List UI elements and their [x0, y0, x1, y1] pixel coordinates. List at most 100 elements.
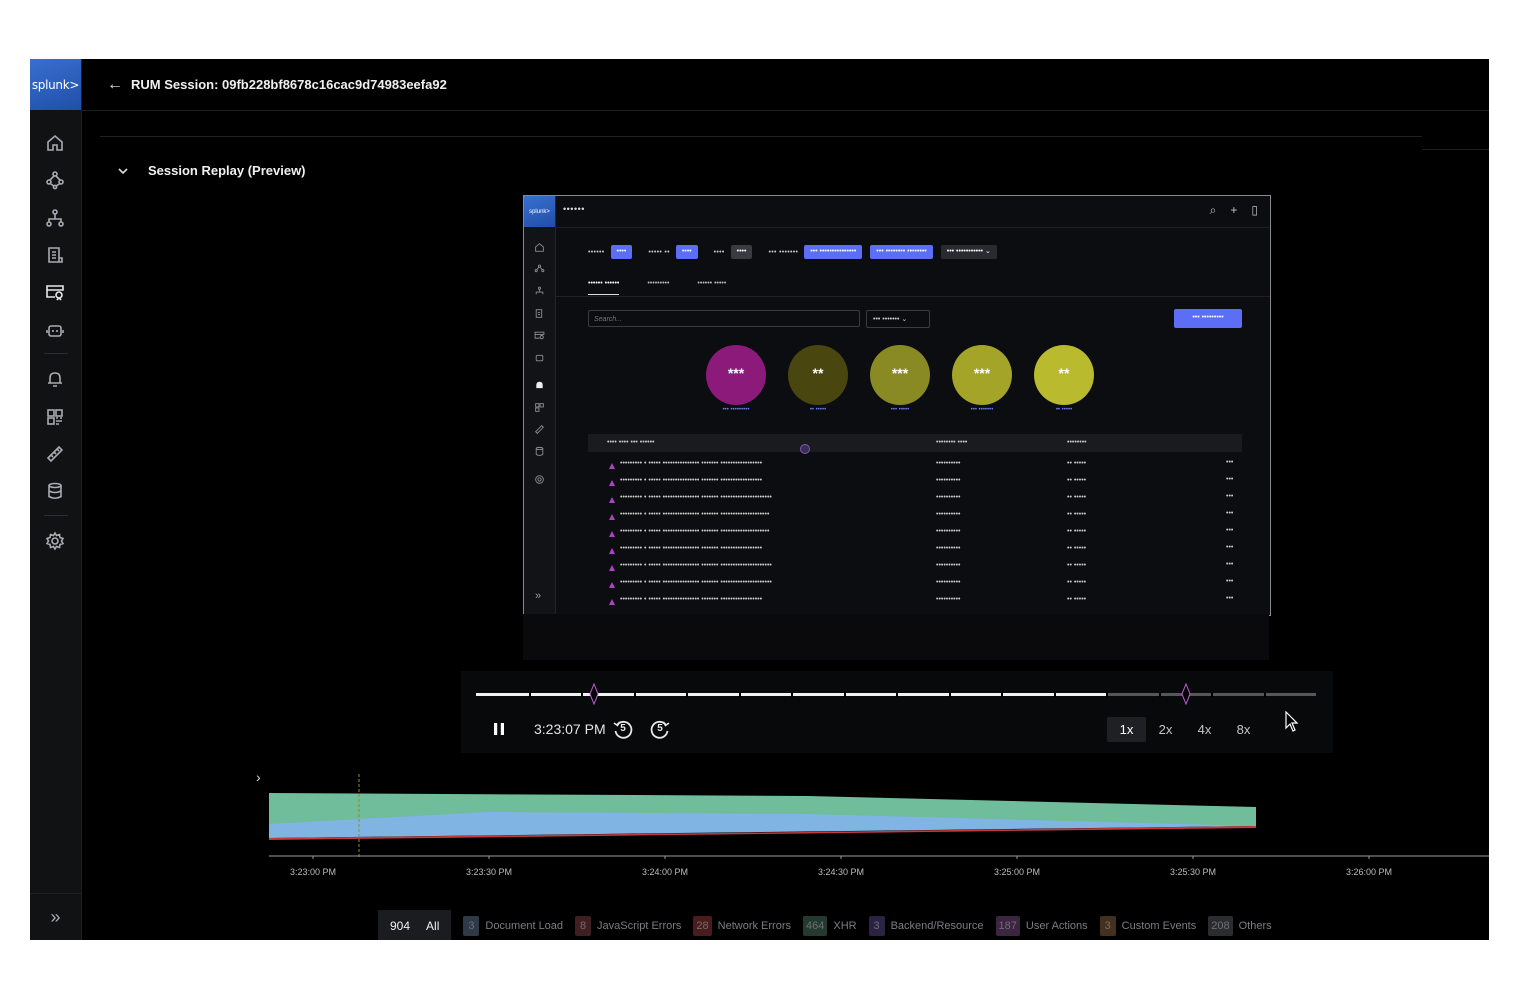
playback-time: 3:23:07 PM — [534, 721, 606, 737]
speed-2x-button[interactable]: 2x — [1146, 717, 1185, 742]
rum-app-window: splunk> » ← RUM Session: 09fb228bf8678c1… — [30, 59, 1489, 940]
speed-selector: 1x 2x 4x 8x — [1107, 717, 1263, 742]
speed-8x-button[interactable]: 8x — [1224, 717, 1263, 742]
nav-divider — [44, 515, 68, 516]
alert-triangle-icon — [609, 497, 615, 503]
speed-4x-button[interactable]: 4x — [1185, 717, 1224, 742]
ruler-icon[interactable] — [43, 442, 67, 466]
count-badge: 3 — [868, 916, 885, 936]
document-icon — [534, 306, 545, 318]
database-icon — [534, 444, 545, 456]
filter-backend-resource[interactable]: 3 Backend/Resource — [868, 916, 984, 936]
table-row: ••••••••• • ••••• ••••••••••••••• ••••••… — [588, 458, 1242, 475]
chevron-right-icon[interactable]: › — [256, 769, 261, 785]
skip-forward-button[interactable]: 5 — [649, 719, 671, 741]
filter-xhr[interactable]: 464 XHR — [803, 916, 857, 936]
scrubber-segment-divider — [1158, 692, 1161, 697]
hierarchy-icon[interactable] — [43, 206, 67, 230]
playback-scrubber[interactable] — [476, 683, 1316, 705]
filter-document-load[interactable]: 3 Document Load — [463, 916, 563, 936]
speed-1x-button[interactable]: 1x — [1107, 717, 1146, 742]
x-tick-label: 3:25:00 PM — [993, 867, 1041, 877]
count-badge: 8 — [575, 916, 592, 936]
filter-chip: ••• •••••••• •••••••• — [870, 245, 933, 259]
skip-back-button[interactable]: 5 — [612, 719, 634, 741]
filter-label: User Actions — [1025, 920, 1088, 932]
robot-icon — [534, 350, 545, 362]
filter-label: Document Load — [485, 920, 564, 932]
pause-button[interactable] — [489, 719, 509, 739]
hierarchy-icon — [534, 284, 545, 295]
scrubber-segment-divider — [528, 692, 531, 697]
alert-triangle-icon — [609, 463, 615, 469]
filter-chip: ••• ••••••••••••••• — [804, 245, 863, 259]
table-row: ••••••••• • ••••• ••••••••••••••• ••••••… — [588, 509, 1242, 526]
replay-tab: •••••• •••••• — [588, 280, 620, 295]
plus-icon: + — [1230, 203, 1238, 217]
filter-others[interactable]: 208 Others — [1208, 916, 1272, 936]
replay-tab: ••••••••• — [647, 280, 670, 287]
event-marker-icon[interactable] — [1181, 683, 1191, 705]
filter-label: XHR — [833, 920, 857, 932]
gear-icon — [534, 472, 545, 484]
network-icon[interactable] — [43, 168, 67, 192]
scrubber-segment-divider — [738, 692, 741, 697]
scrubber-segment-divider — [633, 692, 636, 697]
filter-label: •••••• — [588, 248, 605, 256]
x-tick-label: 3:24:00 PM — [641, 867, 689, 877]
filter-javascript-errors[interactable]: 8 JavaScript Errors — [575, 916, 681, 936]
collapse-fullscreen-button[interactable] — [1284, 710, 1302, 742]
resize-handle-icon — [800, 444, 810, 454]
filter-all-button[interactable]: 904 All — [378, 910, 452, 940]
replay-primary-button: ••• ••••••••• — [1174, 309, 1242, 328]
event-marker-icon[interactable] — [589, 683, 599, 705]
scrubber-segment-divider — [581, 692, 583, 697]
back-arrow-icon[interactable]: ← — [107, 76, 125, 94]
expand-nav-button[interactable]: » — [30, 893, 81, 940]
filter-chip: •••• — [675, 245, 698, 259]
scrubber-segment-divider — [1001, 692, 1003, 697]
filter-label: Backend/Resource — [890, 920, 984, 932]
splunk-logo[interactable]: splunk> — [30, 59, 81, 110]
scrubber-segment-divider — [1053, 692, 1056, 697]
table-row: ••••••••• • ••••• ••••••••••••••• ••••••… — [588, 594, 1242, 611]
robot-icon[interactable] — [43, 318, 67, 342]
mouse-pointer-icon — [1285, 710, 1299, 732]
metric-circle: *** — [952, 345, 1012, 405]
network-icon — [534, 262, 545, 273]
metric-circle: *** — [706, 345, 766, 405]
filter-label: ••••• •• — [648, 248, 670, 256]
column-header: •••••••• — [1067, 439, 1087, 446]
scrubber-segment-divider — [1106, 692, 1108, 697]
divider — [555, 296, 1270, 297]
rum-icon — [534, 328, 545, 340]
total-count: 904 — [390, 919, 411, 933]
count-badge: 208 — [1208, 916, 1233, 936]
column-header: •••• •••• ••• •••••• — [607, 439, 655, 446]
replay-splunk-logo: splunk> — [524, 196, 555, 227]
skip-back-seconds: 5 — [620, 723, 626, 734]
database-icon[interactable] — [43, 479, 67, 503]
filter-network-errors[interactable]: 28 Network Errors — [693, 916, 791, 936]
filter-chip: •••• — [730, 245, 753, 259]
column-header: •••••••• •••• — [936, 439, 968, 446]
chevron-down-icon[interactable] — [116, 164, 130, 178]
metric-label: ••• ••••••••• — [722, 407, 750, 413]
rum-icon[interactable] — [43, 280, 67, 304]
filter-user-actions[interactable]: 187 User Actions — [995, 916, 1088, 936]
document-icon[interactable] — [43, 243, 67, 267]
count-badge: 3 — [463, 916, 480, 936]
table-row: ••••••••• • ••••• ••••••••••••••• ••••••… — [588, 526, 1242, 543]
page-title: RUM Session: 09fb228bf8678c16cac9d74983e… — [131, 77, 447, 92]
home-icon[interactable] — [43, 131, 67, 155]
session-replay-header[interactable]: Session Replay (Preview) — [116, 163, 306, 178]
count-badge: 3 — [1099, 916, 1116, 936]
filter-custom-events[interactable]: 3 Custom Events — [1099, 916, 1196, 936]
table-row: ••••••••• • ••••• ••••••••••••••• ••••••… — [588, 560, 1242, 577]
dashboard-grid-icon[interactable] — [43, 405, 67, 429]
nav-divider — [44, 353, 68, 354]
gear-icon[interactable] — [43, 529, 67, 553]
filter-label: JavaScript Errors — [597, 920, 682, 932]
bell-icon[interactable] — [43, 367, 67, 391]
alert-triangle-icon — [609, 565, 615, 571]
